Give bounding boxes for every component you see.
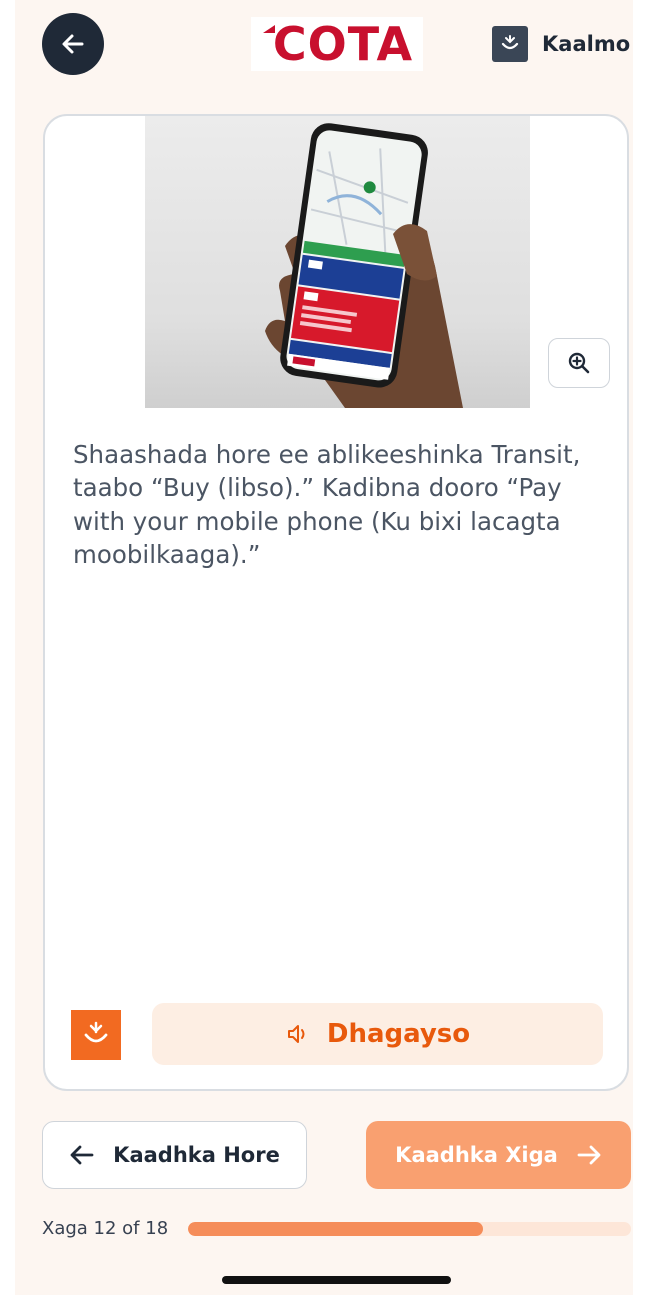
- step-counter: Xaga 12 of 18: [42, 1218, 169, 1239]
- home-indicator: [222, 1276, 451, 1284]
- next-card-button[interactable]: Kaadhka Xiga: [366, 1121, 631, 1189]
- logo-text: COTA: [272, 17, 414, 71]
- sign-language-icon: [492, 26, 528, 62]
- progress-fill: [188, 1222, 484, 1236]
- progress-bar: [188, 1222, 631, 1236]
- help-button[interactable]: Kaalmo: [492, 25, 630, 63]
- back-button[interactable]: [42, 13, 104, 75]
- previous-card-label: Kaadhka Hore: [113, 1143, 280, 1167]
- instruction-image: [145, 116, 530, 408]
- zoom-button[interactable]: [548, 338, 610, 388]
- instruction-text: Shaashada hore ee ablikeeshinka Transit,…: [73, 440, 581, 569]
- cota-logo: COTA: [251, 17, 423, 71]
- instruction-card: Shaashada hore ee ablikeeshinka Transit,…: [43, 114, 629, 1091]
- speaker-icon: [287, 1025, 305, 1043]
- zoom-in-icon: [568, 352, 590, 374]
- arrow-right-icon: [577, 1145, 601, 1165]
- listen-label: Dhagayso: [326, 1019, 471, 1049]
- app-screen: COTA Kaalmo Shaashada hore ee ablikeeshi…: [15, 0, 633, 1295]
- sign-language-video-icon[interactable]: [71, 1010, 121, 1060]
- previous-card-button[interactable]: Kaadhka Hore: [42, 1121, 307, 1189]
- next-card-label: Kaadhka Xiga: [395, 1143, 558, 1167]
- arrow-left-icon: [62, 34, 84, 54]
- arrow-left-icon: [70, 1145, 94, 1165]
- listen-button[interactable]: Dhagayso: [152, 1003, 603, 1065]
- help-label: Kaalmo: [542, 32, 631, 56]
